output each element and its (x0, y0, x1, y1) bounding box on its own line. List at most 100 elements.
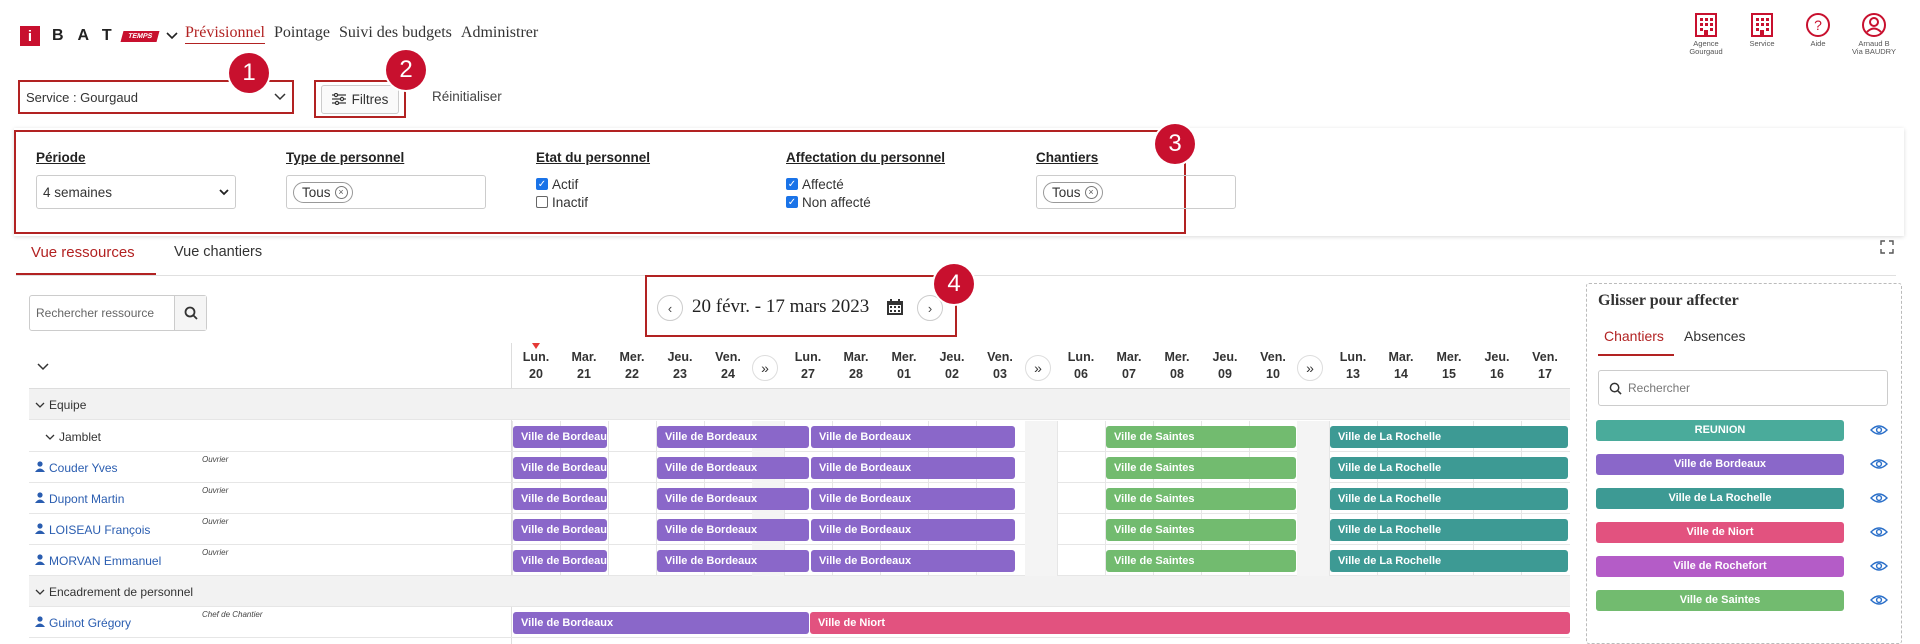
assignment-bar[interactable]: Ville de Saintes (1106, 457, 1296, 479)
assignment-bar[interactable]: Ville de Bordeaux (513, 550, 607, 572)
resource-name[interactable]: Couder Yves (35, 461, 118, 475)
assignment-bar[interactable]: Ville de La Rochelle (1330, 426, 1568, 448)
etat-actif-checkbox[interactable]: ✓ Actif (536, 175, 650, 193)
assignment-bar[interactable]: Ville de Bordeaux (657, 457, 809, 479)
resource-name[interactable]: Dupont Martin (35, 492, 124, 506)
close-icon[interactable]: × (1084, 185, 1098, 199)
nav-pointage[interactable]: Pointage (274, 24, 330, 44)
day-number: 02 (945, 367, 959, 381)
chevron-left-icon[interactable]: ‹ (657, 295, 683, 321)
day-header: Mar. 28 (832, 349, 880, 383)
assignment-bar[interactable]: Ville de La Rochelle (1330, 488, 1568, 510)
day-name: Ven. (987, 350, 1013, 364)
service-select-value: Service : Gourgaud (26, 89, 139, 105)
assignment-bar[interactable]: Ville de Bordeaux (811, 550, 1015, 572)
eye-icon[interactable] (1870, 492, 1888, 504)
eye-icon[interactable] (1870, 424, 1888, 436)
day-name: Lun. (522, 350, 550, 364)
nav-administrer[interactable]: Administrer (461, 24, 538, 44)
affecte-checkbox[interactable]: ✓ Affecté (786, 175, 945, 193)
eye-icon[interactable] (1870, 594, 1888, 606)
day-name: Lun. (794, 350, 822, 364)
skip-weekend-icon[interactable]: » (1297, 355, 1323, 381)
grid-line (608, 421, 609, 576)
search-ressource[interactable]: Rechercher ressource (29, 295, 207, 331)
aide-button[interactable]: ? Aide (1788, 12, 1848, 48)
service-button[interactable]: Service (1732, 12, 1792, 48)
assignment-bar[interactable]: Ville de Bordeaux (513, 612, 809, 634)
tab-chantiers[interactable]: Chantiers (1604, 328, 1664, 344)
eye-icon[interactable] (1870, 526, 1888, 538)
assignment-bar[interactable]: Ville de Saintes (1106, 426, 1296, 448)
user-button[interactable]: Arnaud B Via BAUDRY (1844, 12, 1904, 56)
nav-previsionnel[interactable]: Prévisionnel (185, 24, 265, 44)
chantier-draggable[interactable]: Ville de Saintes (1596, 590, 1844, 611)
assignment-bar[interactable]: Ville de Bordeaux (513, 488, 607, 510)
chantier-draggable[interactable]: Ville de Rochefort (1596, 556, 1844, 577)
eye-icon[interactable] (1870, 458, 1888, 470)
ibat-logo[interactable]: i BAT TEMPS (20, 26, 178, 46)
chantier-search-input[interactable]: Rechercher (1598, 370, 1888, 406)
filtres-button[interactable]: Filtres (314, 80, 406, 118)
assignment-bar[interactable]: Ville de La Rochelle (1330, 550, 1568, 572)
assignment-bar[interactable]: Ville de Bordeaux (513, 457, 607, 479)
assignment-bar[interactable]: Ville de Bordeaux (811, 426, 1015, 448)
assignment-bar[interactable]: Ville de Saintes (1106, 550, 1296, 572)
chantier-search-placeholder: Rechercher (1628, 381, 1691, 395)
today-marker (532, 343, 540, 349)
etat-inactif-checkbox[interactable]: Inactif (536, 193, 650, 211)
chantier-draggable[interactable]: Ville de Bordeaux (1596, 454, 1844, 475)
assignment-bar[interactable]: Ville de Bordeaux (513, 519, 607, 541)
expand-icon[interactable] (1880, 240, 1894, 257)
chevron-down-icon[interactable] (35, 398, 49, 412)
day-name: Mar. (1116, 350, 1142, 364)
periode-select[interactable]: 4 semaines (36, 175, 236, 209)
assignment-bar[interactable]: Ville de Niort (810, 612, 1570, 634)
skip-weekend-icon[interactable]: » (752, 355, 778, 381)
tab-vue-ressources[interactable]: Vue ressources (31, 244, 135, 261)
resource-role: Ouvrier (202, 548, 229, 557)
nav-suivi-budgets[interactable]: Suivi des budgets (339, 24, 452, 44)
assignment-bar[interactable]: Ville de Bordeaux (513, 426, 607, 448)
resource-name[interactable]: LOISEAU François (35, 523, 150, 537)
chantier-draggable[interactable]: Ville de Niort (1596, 522, 1844, 543)
search-icon[interactable] (174, 296, 206, 330)
resource-name[interactable]: Guinot Grégory (35, 616, 131, 630)
assignment-bar[interactable]: Ville de Saintes (1106, 519, 1296, 541)
assignment-bar[interactable]: Ville de Bordeaux (811, 519, 1015, 541)
calendar-icon[interactable] (886, 298, 904, 319)
close-icon[interactable]: × (334, 185, 348, 199)
chevron-down-icon[interactable] (37, 359, 49, 374)
assignment-bar[interactable]: Ville de Saintes (1106, 488, 1296, 510)
step-badge-3: 3 (1155, 124, 1195, 164)
day-header: Lun. 20 (512, 349, 560, 383)
day-name: Mer. (619, 350, 645, 364)
reset-button[interactable]: Réinitialiser (432, 89, 502, 104)
chevron-down-icon[interactable] (35, 585, 49, 599)
skip-weekend-icon[interactable]: » (1025, 355, 1051, 381)
chevron-right-icon[interactable]: › (917, 295, 943, 321)
assignment-bar[interactable]: Ville de La Rochelle (1330, 457, 1568, 479)
assignment-bar[interactable]: Ville de Bordeaux (657, 488, 809, 510)
chantier-draggable[interactable]: REUNION (1596, 420, 1844, 441)
assignment-bar[interactable]: Ville de Bordeaux (811, 457, 1015, 479)
tab-absences[interactable]: Absences (1684, 328, 1745, 344)
assignment-bar[interactable]: Ville de Bordeaux (657, 550, 809, 572)
chevron-down-icon[interactable] (45, 430, 59, 444)
eye-icon[interactable] (1870, 560, 1888, 572)
non-affecte-checkbox[interactable]: ✓ Non affecté (786, 193, 945, 211)
chantiers-chip: Tous × (1043, 181, 1103, 203)
assignment-bar[interactable]: Ville de Bordeaux (657, 426, 809, 448)
assignment-bar[interactable]: Ville de Bordeaux (657, 519, 809, 541)
assignment-bar[interactable]: Ville de Bordeaux (811, 488, 1015, 510)
type-multiselect[interactable]: Tous × (286, 175, 486, 209)
logo-text: BAT (52, 27, 126, 44)
tab-vue-chantiers[interactable]: Vue chantiers (174, 244, 262, 260)
assignment-bar[interactable]: Ville de La Rochelle (1330, 519, 1568, 541)
agence-button[interactable]: Agence Gourgaud (1676, 12, 1736, 56)
resource-role: Ouvrier (202, 517, 229, 526)
resource-name[interactable]: MORVAN Emmanuel (35, 554, 161, 568)
chantiers-multiselect[interactable]: Tous × (1036, 175, 1236, 209)
chantier-draggable[interactable]: Ville de La Rochelle (1596, 488, 1844, 509)
chevron-down-icon[interactable] (166, 29, 178, 43)
